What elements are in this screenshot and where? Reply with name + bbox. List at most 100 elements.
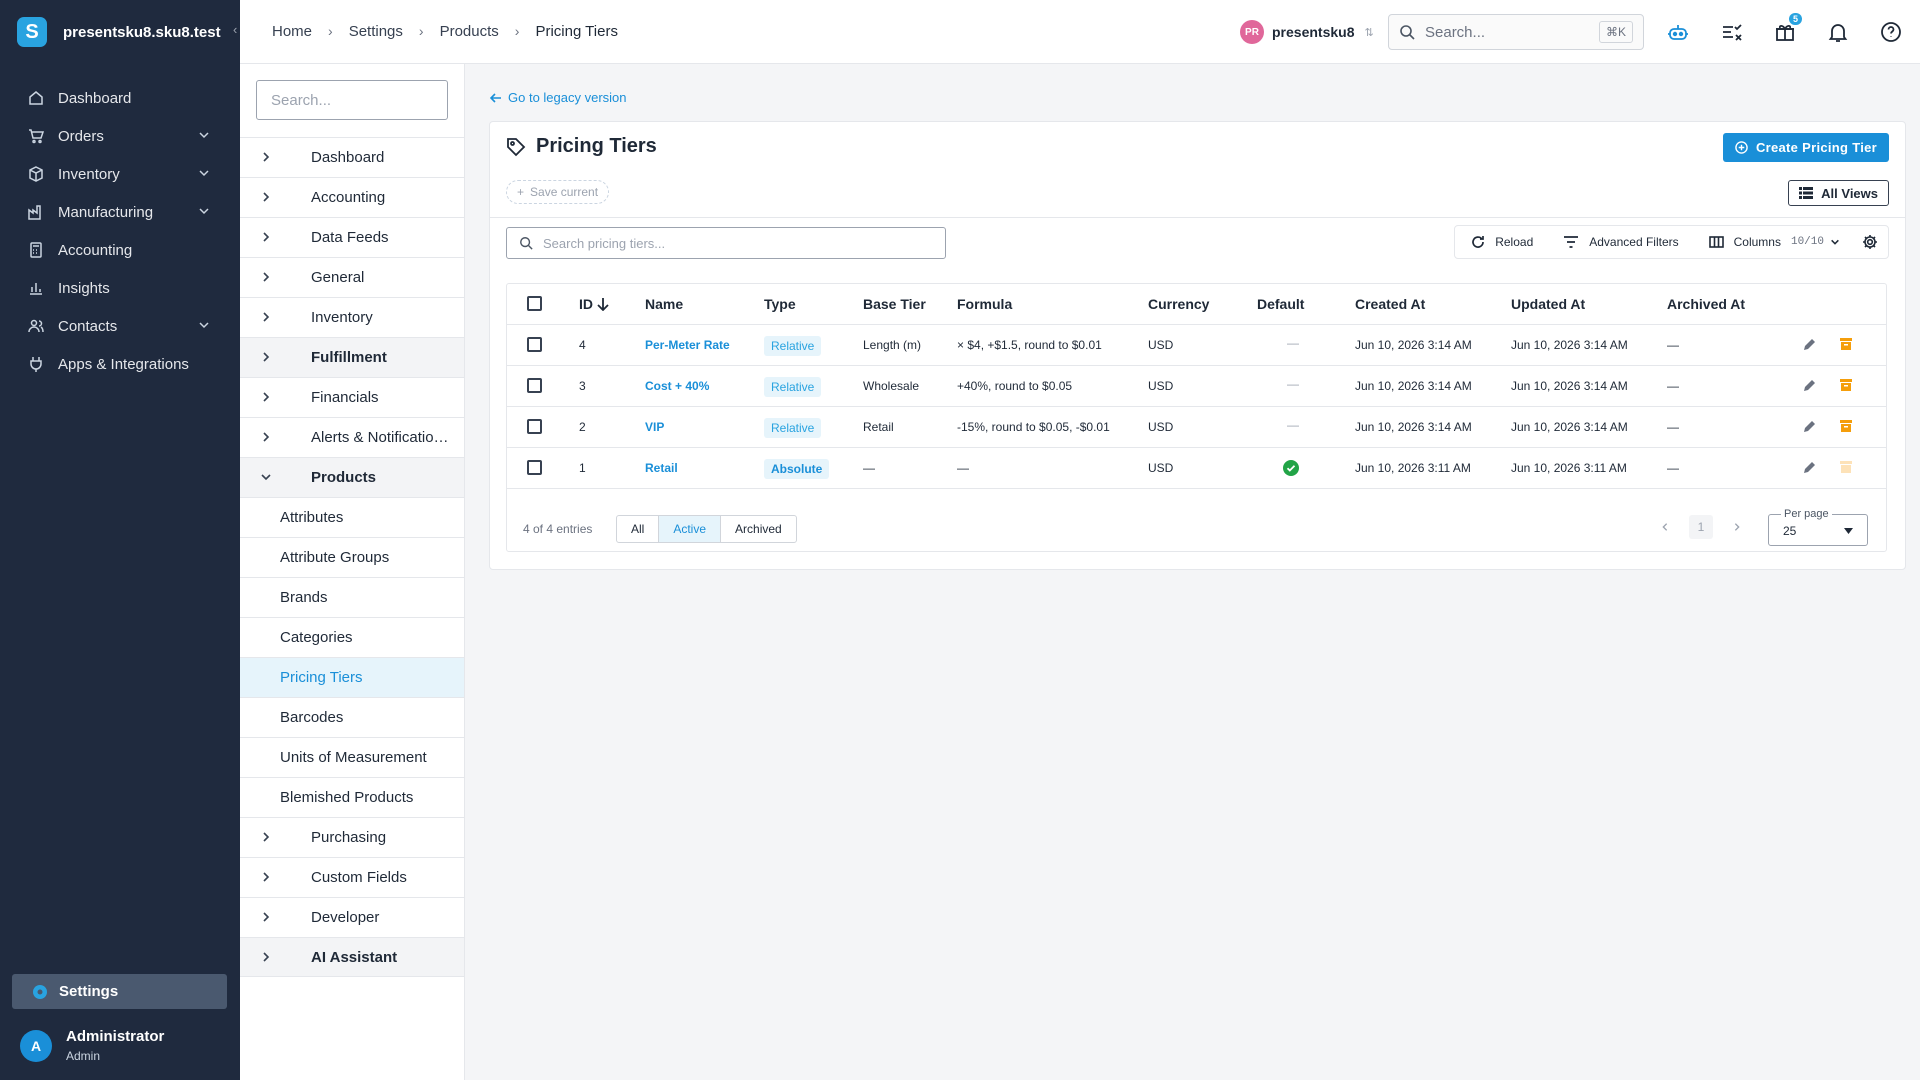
column-header-archived-at[interactable]: Archived At (1667, 296, 1745, 312)
prev-page-icon[interactable] (1653, 515, 1677, 539)
cell-name-link[interactable]: VIP (645, 420, 664, 434)
row-checkbox[interactable] (527, 378, 542, 393)
legacy-version-link[interactable]: Go to legacy version (490, 90, 627, 105)
settings-section-inventory[interactable]: Inventory (240, 297, 464, 337)
gift-icon[interactable]: 5 (1772, 13, 1802, 45)
filter-all[interactable]: All (617, 516, 660, 542)
column-header-created-at[interactable]: Created At (1355, 296, 1425, 312)
all-views-button[interactable]: All Views (1788, 180, 1889, 206)
save-current-view-button[interactable]: + Save current (506, 180, 610, 204)
section-label: Accounting (311, 189, 386, 206)
settings-item-blemished-products[interactable]: Blemished Products (240, 777, 464, 817)
nav-inventory[interactable]: Inventory (0, 155, 240, 193)
settings-item-units-of-measurement[interactable]: Units of Measurement (240, 737, 464, 777)
column-header-type[interactable]: Type (764, 296, 796, 312)
account-switcher[interactable]: PR presentsku8 ⇅ (1240, 20, 1374, 44)
page-number[interactable]: 1 (1689, 515, 1713, 539)
archive-icon[interactable] (1839, 337, 1853, 351)
chevron-right-icon (260, 271, 272, 283)
edit-pencil-icon[interactable] (1803, 460, 1817, 474)
advanced-filters-button[interactable]: Advanced Filters (1563, 235, 1679, 249)
settings-section-accounting[interactable]: Accounting (240, 177, 464, 217)
settings-item-barcodes[interactable]: Barcodes (240, 697, 464, 737)
breadcrumb-products[interactable]: Products (440, 23, 499, 40)
columns-button[interactable]: Columns 10/10 (1708, 235, 1840, 249)
user-menu[interactable]: A Administrator Admin (20, 1028, 164, 1063)
column-header-default[interactable]: Default (1257, 296, 1304, 312)
table-row[interactable]: 2 VIP Relative Retail -15%, round to $0.… (507, 407, 1886, 448)
edit-pencil-icon[interactable] (1803, 337, 1817, 351)
select-all-checkbox[interactable] (527, 296, 542, 311)
global-search[interactable]: Search... ⌘K (1388, 14, 1644, 50)
table-row[interactable]: 1 Retail Absolute — — USD Jun 10, 2026 3… (507, 448, 1886, 489)
column-header-currency[interactable]: Currency (1148, 296, 1209, 312)
create-pricing-tier-button[interactable]: Create Pricing Tier (1722, 133, 1889, 162)
settings-item-pricing-tiers[interactable]: Pricing Tiers (240, 657, 464, 697)
cell-id: 4 (579, 338, 586, 352)
archive-icon[interactable] (1839, 378, 1853, 392)
settings-section-general[interactable]: General (240, 257, 464, 297)
breadcrumb-settings[interactable]: Settings (349, 23, 403, 40)
ai-robot-icon[interactable] (1665, 19, 1691, 45)
settings-section-fulfillment[interactable]: Fulfillment (240, 337, 464, 377)
per-page-select[interactable]: Per page 25 (1768, 508, 1868, 546)
table-settings-button[interactable] (1862, 234, 1878, 250)
column-header-formula[interactable]: Formula (957, 296, 1012, 312)
nav-manufacturing[interactable]: Manufacturing (0, 193, 240, 231)
settings-item-categories[interactable]: Categories (240, 617, 464, 657)
row-checkbox[interactable] (527, 460, 542, 475)
nav-settings[interactable]: Settings (12, 974, 227, 1009)
settings-item-brands[interactable]: Brands (240, 577, 464, 617)
row-checkbox[interactable] (527, 419, 542, 434)
tag-icon (506, 137, 526, 157)
tasks-icon[interactable] (1719, 19, 1745, 45)
breadcrumb-home[interactable]: Home (272, 23, 312, 40)
nav-contacts[interactable]: Contacts (0, 307, 240, 345)
settings-section-ai-assistant[interactable]: AI Assistant (240, 937, 464, 977)
settings-section-dashboard[interactable]: Dashboard (240, 137, 464, 177)
cell-name-link[interactable]: Retail (645, 461, 678, 475)
settings-section-products[interactable]: Products (240, 457, 464, 497)
filter-archived[interactable]: Archived (721, 516, 796, 542)
settings-search-input[interactable]: Search... (256, 80, 448, 120)
settings-section-data-feeds[interactable]: Data Feeds (240, 217, 464, 257)
edit-pencil-icon[interactable] (1803, 378, 1817, 392)
column-header-name[interactable]: Name (645, 296, 683, 312)
nav-insights[interactable]: Insights (0, 269, 240, 307)
nav-label: Manufacturing (58, 203, 154, 221)
cell-default: — (1287, 377, 1299, 391)
next-page-icon[interactable] (1725, 515, 1749, 539)
settings-section-custom-fields[interactable]: Custom Fields (240, 857, 464, 897)
settings-item-attributes[interactable]: Attributes (240, 497, 464, 537)
account-name: presentsku8 (1272, 24, 1355, 40)
nav-accounting[interactable]: Accounting (0, 231, 240, 269)
column-header-updated-at[interactable]: Updated At (1511, 296, 1585, 312)
table-row[interactable]: 3 Cost + 40% Relative Wholesale +40%, ro… (507, 366, 1886, 407)
column-header-id[interactable]: ID (579, 296, 609, 312)
table-search-input[interactable]: Search pricing tiers... (506, 227, 946, 259)
cell-name-link[interactable]: Cost + 40% (645, 379, 709, 393)
nav-orders[interactable]: Orders (0, 117, 240, 155)
filter-active[interactable]: Active (659, 516, 722, 542)
settings-item-attribute-groups[interactable]: Attribute Groups (240, 537, 464, 577)
edit-pencil-icon[interactable] (1803, 419, 1817, 433)
brand[interactable]: S presentsku8.sku8.test (17, 16, 221, 48)
settings-section-alerts[interactable]: Alerts & Notificatio… (240, 417, 464, 457)
nav-dashboard[interactable]: Dashboard (0, 79, 240, 117)
archive-icon[interactable] (1839, 419, 1853, 433)
nav-apps-integrations[interactable]: Apps & Integrations (0, 345, 240, 383)
cell-archived-at: — (1667, 461, 1679, 475)
type-badge: Relative (764, 336, 822, 356)
settings-section-financials[interactable]: Financials (240, 377, 464, 417)
settings-section-developer[interactable]: Developer (240, 897, 464, 937)
reload-button[interactable]: Reload (1471, 235, 1533, 249)
column-header-base-tier[interactable]: Base Tier (863, 296, 926, 312)
table-row[interactable]: 4 Per-Meter Rate Relative Length (m) × $… (507, 325, 1886, 366)
cell-created-at: Jun 10, 2026 3:11 AM (1355, 461, 1471, 475)
bell-icon[interactable] (1825, 19, 1851, 45)
cell-name-link[interactable]: Per-Meter Rate (645, 338, 730, 352)
help-icon[interactable] (1878, 19, 1904, 45)
settings-section-purchasing[interactable]: Purchasing (240, 817, 464, 857)
collapse-sidebar-icon[interactable]: ‹ (233, 22, 237, 37)
row-checkbox[interactable] (527, 337, 542, 352)
